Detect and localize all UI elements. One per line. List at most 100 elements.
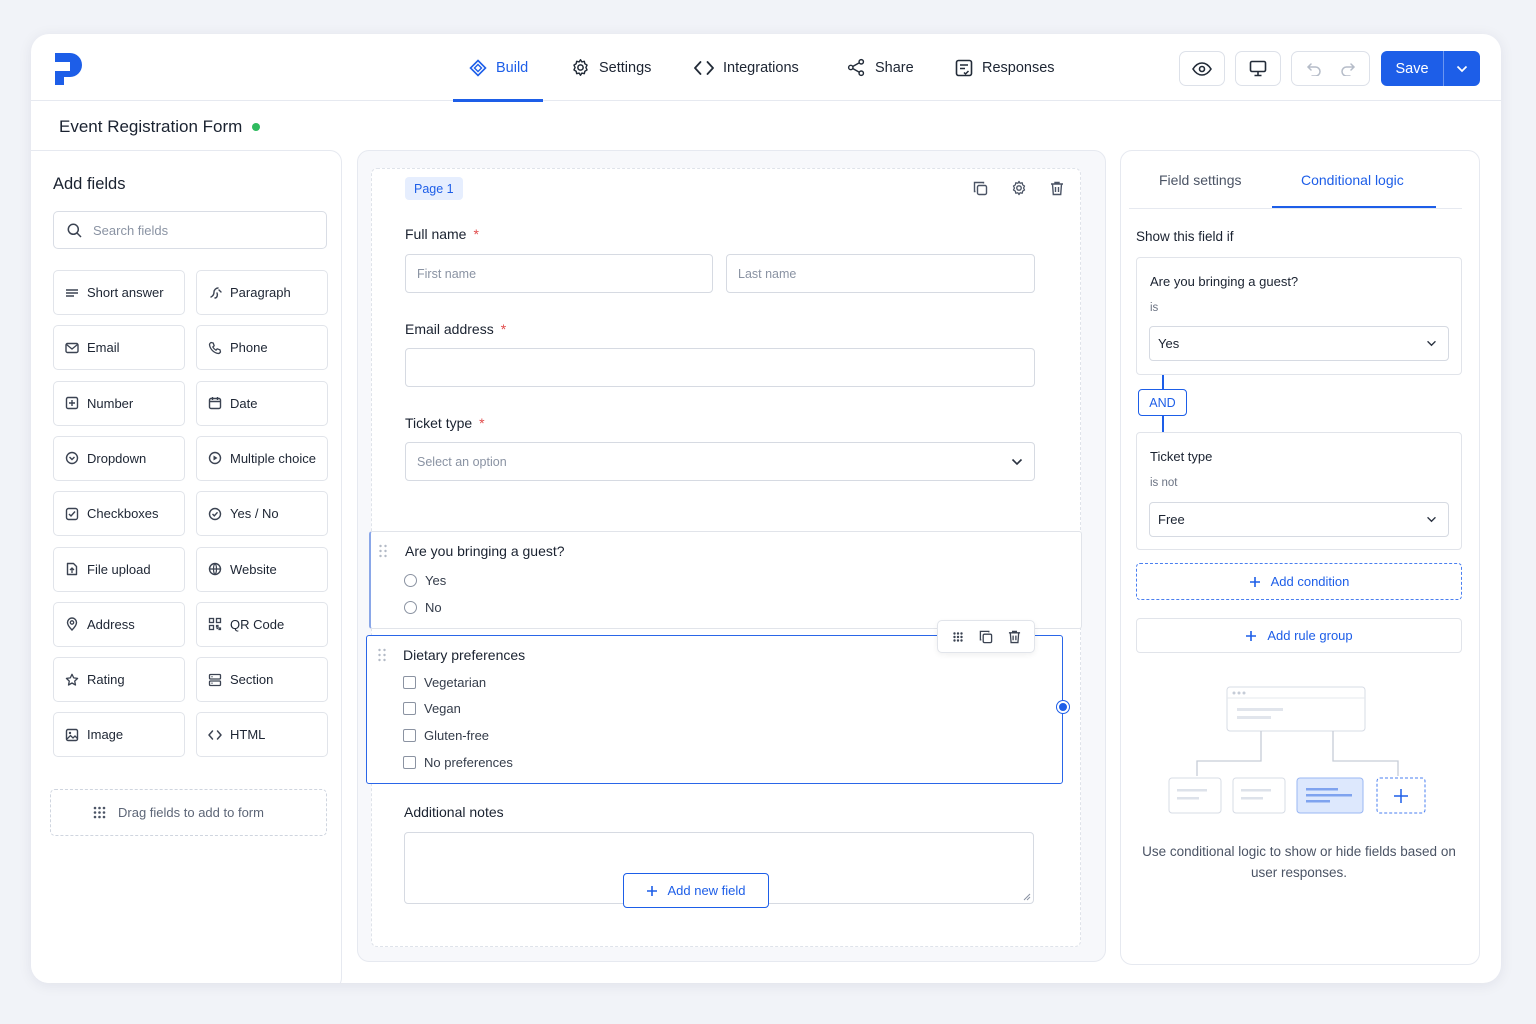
field-type-file-upload[interactable]: File upload — [53, 546, 185, 592]
email-icon — [65, 341, 79, 355]
field-type-section[interactable]: Section — [196, 657, 328, 703]
tab-label: Responses — [982, 59, 1055, 76]
radio-circle[interactable] — [404, 574, 417, 587]
desktop-view-button[interactable] — [1235, 51, 1281, 86]
condition-value-select[interactable]: Yes — [1149, 326, 1449, 361]
move-icon[interactable] — [952, 631, 964, 643]
tab-divider — [1129, 208, 1462, 209]
field-type-yes-no[interactable]: Yes / No — [196, 491, 328, 537]
ticket-type-select[interactable]: Select an option — [405, 442, 1035, 481]
star-icon — [65, 673, 79, 687]
tab-conditional-logic[interactable]: Conditional logic — [1301, 151, 1404, 208]
checkbox-box[interactable] — [403, 729, 416, 742]
condition-value-select[interactable]: Free — [1149, 502, 1449, 537]
tab-label: Field settings — [1159, 171, 1242, 188]
checkbox-option[interactable]: No preferences — [403, 755, 513, 770]
field-type-short-answer[interactable]: Short answer — [53, 270, 185, 315]
checkbox-option[interactable]: Vegetarian — [403, 675, 486, 690]
checkbox-box[interactable] — [403, 702, 416, 715]
guest-question[interactable]: Are you bringing a guest? Yes No — [369, 531, 1082, 629]
redo-icon[interactable] — [1340, 62, 1356, 76]
resize-handle[interactable] — [1057, 701, 1069, 713]
first-name-placeholder: First name — [417, 266, 477, 281]
drag-handle-icon[interactable] — [377, 648, 387, 662]
checkbox-option[interactable]: Gluten-free — [403, 728, 489, 743]
field-type-html[interactable]: HTML — [196, 712, 328, 758]
dropdown-icon — [65, 451, 79, 465]
show-if-label: Show this field if — [1136, 229, 1234, 244]
search-icon — [67, 223, 82, 238]
condition-operator[interactable]: is — [1150, 302, 1158, 314]
save-button[interactable]: Save — [1381, 51, 1480, 86]
save-options-button[interactable] — [1444, 51, 1480, 86]
copy-icon[interactable] — [979, 630, 993, 644]
delete-page-button[interactable] — [1046, 177, 1068, 199]
tab-label: Integrations — [723, 59, 799, 76]
resize-grip-icon[interactable] — [1023, 893, 1031, 901]
app-window: Build Settings Integrations Share Respon… — [31, 34, 1501, 983]
field-type-website[interactable]: Website — [196, 546, 328, 592]
field-type-dropdown[interactable]: Dropdown — [53, 435, 185, 481]
checkbox-label: Vegetarian — [424, 675, 487, 690]
yes-no-icon — [208, 507, 222, 521]
tab-build[interactable]: Build — [452, 34, 544, 102]
field-type-qr-code[interactable]: QR Code — [196, 601, 328, 647]
page-badge[interactable]: Page 1 — [405, 177, 463, 200]
field-type-paragraph[interactable]: Paragraph — [196, 270, 328, 315]
trash-icon[interactable] — [1008, 630, 1021, 644]
monitor-icon — [1249, 60, 1267, 77]
status-dot — [252, 123, 261, 131]
field-type-label: Dropdown — [87, 450, 147, 466]
field-type-date[interactable]: Date — [196, 380, 328, 426]
add-condition-label: Add condition — [1270, 574, 1350, 589]
tab-settings[interactable]: Settings — [571, 34, 651, 101]
paragraph-icon — [208, 286, 222, 300]
field-type-label: Short answer — [87, 285, 164, 300]
checkbox-option[interactable]: Vegan — [403, 701, 461, 716]
field-type-email[interactable]: Email — [53, 325, 185, 371]
chevron-down-icon — [1011, 458, 1023, 466]
undo-icon[interactable] — [1306, 62, 1322, 76]
logo-icon[interactable] — [51, 49, 89, 87]
tab-responses[interactable]: Responses — [955, 34, 1055, 101]
tab-integrations[interactable]: Integrations — [694, 34, 799, 101]
checkbox-box[interactable] — [403, 756, 416, 769]
radio-option-no[interactable]: No — [404, 600, 442, 615]
plus-icon — [1245, 630, 1257, 642]
add-rule-group-label: Add rule group — [1267, 628, 1353, 643]
field-type-phone[interactable]: Phone — [196, 325, 328, 371]
field-type-number[interactable]: Number — [53, 380, 185, 426]
radio-circle[interactable] — [404, 601, 417, 614]
first-name-input[interactable]: First name — [405, 254, 713, 293]
field-type-multiple-choice[interactable]: Multiple choice — [196, 435, 328, 481]
dietary-question-selected[interactable]: Dietary preferences Vegetarian Vegan Glu… — [366, 620, 1069, 784]
last-name-input[interactable]: Last name — [726, 254, 1035, 293]
field-type-label: QR Code — [230, 616, 285, 632]
field-type-image[interactable]: Image — [53, 712, 185, 758]
add-new-field-button[interactable]: Add new field — [623, 873, 769, 908]
field-type-label: Checkboxes — [87, 506, 159, 522]
and-joiner[interactable]: AND — [1138, 389, 1187, 416]
tab-field-settings[interactable]: Field settings — [1159, 151, 1241, 208]
add-condition-button[interactable]: Add condition — [1136, 563, 1462, 600]
search-input[interactable]: Search fields — [53, 211, 327, 249]
condition-value: Yes — [1158, 336, 1180, 351]
duplicate-page-button[interactable] — [969, 177, 991, 199]
preview-button[interactable] — [1179, 51, 1225, 86]
email-input[interactable] — [405, 348, 1035, 387]
tab-share[interactable]: Share — [847, 34, 914, 101]
radio-option-yes[interactable]: Yes — [404, 573, 446, 588]
field-type-address[interactable]: Address — [53, 601, 185, 647]
field-type-checkboxes[interactable]: Checkboxes — [53, 491, 185, 537]
drag-handle-icon[interactable] — [378, 544, 388, 558]
add-rule-group-button[interactable]: Add rule group — [1136, 618, 1462, 653]
condition-operator[interactable]: is not — [1150, 477, 1178, 489]
build-icon — [469, 58, 487, 77]
field-type-rating[interactable]: Rating — [53, 657, 185, 703]
field-type-label: Date — [230, 395, 258, 411]
checkbox-box[interactable] — [403, 676, 416, 689]
page-settings-button[interactable] — [1008, 177, 1030, 199]
form-title-text[interactable]: Event Registration Form — [59, 117, 242, 137]
save-label[interactable]: Save — [1381, 51, 1444, 86]
drag-hint: Drag fields to add to form — [50, 789, 327, 836]
